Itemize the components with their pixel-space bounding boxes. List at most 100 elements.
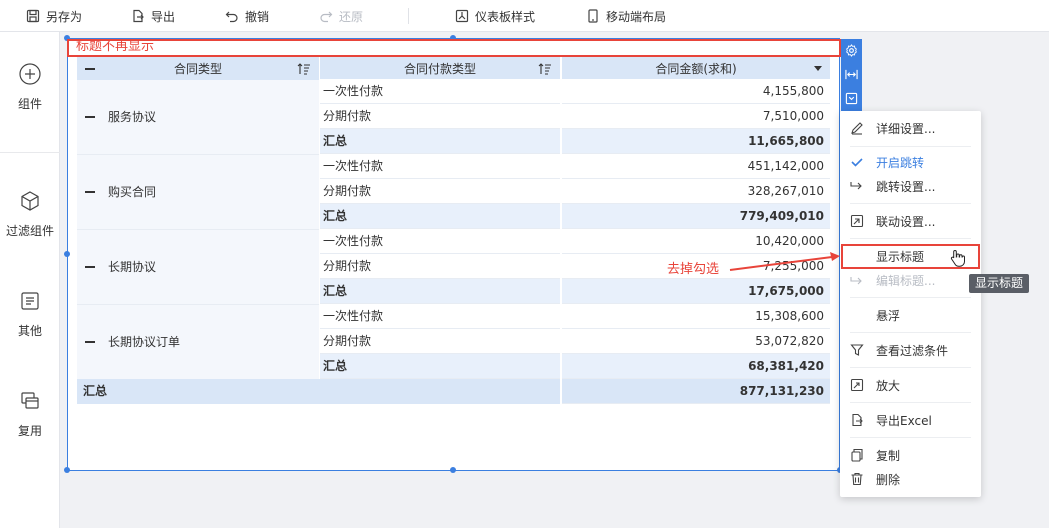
document-icon bbox=[21, 292, 39, 310]
collapse-icon[interactable] bbox=[85, 116, 95, 118]
menu-item-delete[interactable]: 删除 bbox=[840, 467, 981, 491]
grand-total-label: 汇总 bbox=[77, 379, 560, 404]
dropdown-arrow-icon[interactable] bbox=[814, 66, 822, 72]
filter-icon bbox=[850, 344, 864, 356]
trash-icon bbox=[851, 472, 863, 486]
header-label: 合同类型 bbox=[173, 62, 222, 76]
resize-handle-bottom-left[interactable] bbox=[64, 467, 70, 473]
subtotal-amount: 11,665,800 bbox=[562, 129, 830, 154]
undo-label: 撤销 bbox=[245, 9, 270, 24]
copy-icon bbox=[851, 448, 863, 462]
group-cell[interactable]: 长期协议 bbox=[77, 229, 319, 304]
header-label: 合同付款类型 bbox=[403, 62, 476, 76]
sidebar-item-components[interactable]: 组件 bbox=[0, 63, 60, 112]
amount-cell: 15,308,600 bbox=[562, 304, 830, 329]
save-icon bbox=[26, 9, 40, 23]
menu-item-label: 详细设置... bbox=[876, 121, 936, 136]
menu-item-detail-settings[interactable]: 详细设置... bbox=[840, 116, 981, 140]
annotation-arrow bbox=[729, 252, 840, 271]
menu-item-label: 悬浮 bbox=[876, 308, 901, 323]
pencil-icon bbox=[851, 122, 863, 135]
menu-item-label: 删除 bbox=[876, 472, 901, 487]
undo-icon bbox=[225, 11, 238, 23]
menu-divider bbox=[850, 146, 971, 147]
table-row: 分期付款 bbox=[320, 254, 560, 279]
sidebar-item-other[interactable]: 其他 bbox=[0, 290, 60, 339]
menu-item-edit-title[interactable]: 编辑标题... bbox=[840, 268, 981, 292]
mobile-icon bbox=[588, 9, 598, 23]
table-row: 一次性付款 bbox=[320, 154, 560, 179]
menu-divider bbox=[850, 367, 971, 368]
group-label: 长期协议订单 bbox=[108, 335, 181, 349]
annotation-text: 去掉勾选 bbox=[667, 262, 720, 277]
mobile-layout-button[interactable]: 移动端布局 bbox=[586, 0, 666, 32]
menu-item-export-excel[interactable]: 导出Excel bbox=[840, 408, 981, 432]
menu-item-view-filters[interactable]: 查看过滤条件 bbox=[840, 338, 981, 362]
collapse-icon[interactable] bbox=[85, 341, 95, 343]
table-row: 一次性付款 bbox=[320, 229, 560, 254]
palette-icon bbox=[455, 9, 469, 23]
dashboard-style-label: 仪表板样式 bbox=[475, 9, 536, 24]
group-label: 服务协议 bbox=[108, 110, 157, 124]
sidebar-item-label: 过滤组件 bbox=[5, 224, 54, 238]
menu-item-copy[interactable]: 复制 bbox=[840, 443, 981, 467]
resize-handle-bottom[interactable] bbox=[450, 467, 456, 473]
show-title-tooltip: 显示标题 bbox=[969, 274, 1029, 293]
subtotal-amount: 779,409,010 bbox=[562, 204, 830, 229]
subtotal-amount: 68,381,420 bbox=[562, 354, 830, 379]
menu-divider bbox=[850, 203, 971, 204]
collapse-icon[interactable] bbox=[85, 68, 95, 70]
undo-button[interactable]: 撤销 bbox=[225, 0, 269, 32]
unchecked-icon bbox=[850, 308, 864, 322]
mobile-layout-label: 移动端布局 bbox=[606, 9, 667, 24]
redo-icon bbox=[320, 11, 333, 23]
group-cell[interactable]: 长期协议订单 bbox=[77, 304, 319, 379]
collapse-icon[interactable] bbox=[85, 266, 95, 268]
menu-item-label: 联动设置... bbox=[876, 214, 936, 229]
group-cell[interactable]: 服务协议 bbox=[77, 80, 319, 154]
top-toolbar: 另存为 导出 撤销 还原 仪表板样式 移动端布局 bbox=[0, 0, 1049, 32]
export-button[interactable]: 导出 bbox=[131, 0, 175, 32]
amount-cell: 7,510,000 bbox=[562, 104, 830, 129]
title-highlight-box bbox=[67, 39, 841, 57]
menu-item-float[interactable]: 悬浮 bbox=[840, 303, 981, 327]
gear-icon[interactable] bbox=[845, 44, 858, 57]
sort-icon[interactable] bbox=[297, 63, 311, 75]
resize-handle-left[interactable] bbox=[64, 251, 70, 257]
collapse-icon[interactable] bbox=[85, 191, 95, 193]
sidebar-divider bbox=[0, 152, 60, 153]
fit-width-icon[interactable] bbox=[845, 68, 858, 81]
save-as-button[interactable]: 另存为 bbox=[26, 0, 82, 32]
table-row: 分期付款 bbox=[320, 104, 560, 129]
menu-item-label: 查看过滤条件 bbox=[876, 343, 949, 358]
group-cell[interactable]: 购买合同 bbox=[77, 154, 319, 229]
amount-cell: 53,072,820 bbox=[562, 329, 830, 354]
header-contract-type[interactable]: 合同类型 bbox=[77, 57, 319, 82]
amount-cell: 451,142,000 bbox=[562, 154, 830, 179]
sort-icon[interactable] bbox=[538, 63, 552, 75]
menu-item-enable-jump[interactable]: 开启跳转 bbox=[840, 150, 981, 174]
layers-icon bbox=[21, 392, 39, 409]
save-as-label: 另存为 bbox=[46, 9, 83, 24]
dashboard-style-button[interactable]: 仪表板样式 bbox=[455, 0, 535, 32]
table-row: 分期付款 bbox=[320, 179, 560, 204]
sidebar-item-reuse[interactable]: 复用 bbox=[0, 390, 60, 439]
toolbar-divider bbox=[408, 8, 409, 24]
group-label: 长期协议 bbox=[108, 260, 157, 274]
dropdown-box-icon[interactable] bbox=[845, 92, 858, 105]
subtotal-amount: 17,675,000 bbox=[562, 279, 830, 304]
group-label: 购买合同 bbox=[108, 185, 157, 199]
menu-item-jump-settings[interactable]: 跳转设置... bbox=[840, 174, 981, 198]
menu-item-label: 复制 bbox=[876, 448, 901, 463]
menu-item-maximize[interactable]: 放大 bbox=[840, 373, 981, 397]
subtotal-row: 汇总 bbox=[320, 354, 560, 379]
header-label: 合同金额(求和) bbox=[655, 62, 737, 76]
title-annotation: 标题不再显示 bbox=[76, 39, 155, 54]
menu-divider bbox=[850, 437, 971, 438]
redo-button[interactable]: 还原 bbox=[319, 0, 363, 32]
sidebar-item-filter-components[interactable]: 过滤组件 bbox=[0, 190, 60, 239]
menu-divider bbox=[850, 238, 971, 239]
menu-item-link-settings[interactable]: 联动设置... bbox=[840, 209, 981, 233]
amount-cell: 328,267,010 bbox=[562, 179, 830, 204]
menu-divider bbox=[850, 297, 971, 298]
